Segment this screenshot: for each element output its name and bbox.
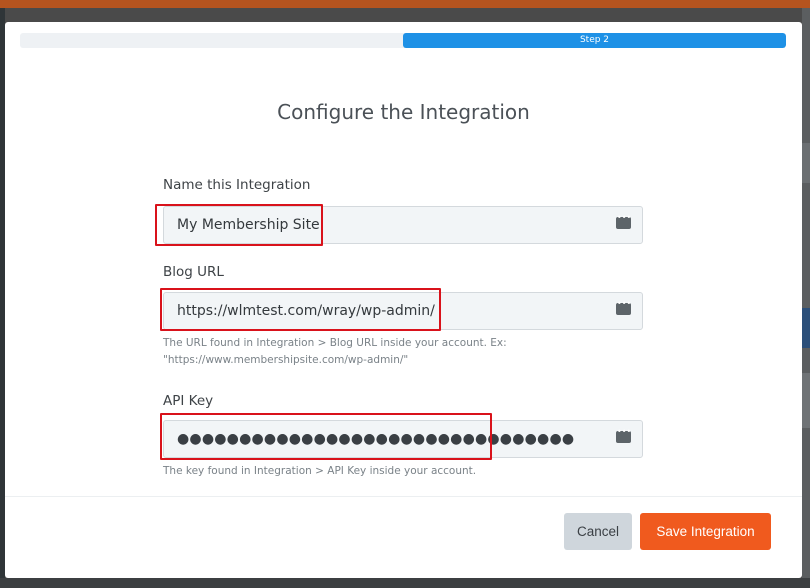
api-key-input[interactable]: ●●●●●●●●●●●●●●●●●●●●●●●●●●●●●●●●	[163, 420, 643, 458]
name-field-label: Name this Integration	[163, 177, 311, 193]
background-app-right-edge	[802, 8, 810, 588]
api-key-masked-value: ●●●●●●●●●●●●●●●●●●●●●●●●●●●●●●●●	[177, 431, 575, 447]
footer-divider	[5, 496, 802, 497]
blog-url-label: Blog URL	[163, 264, 224, 280]
background-app-element	[802, 143, 810, 183]
blog-url-value: https://wlmtest.com/wray/wp-admin/	[177, 303, 435, 319]
blog-url-hint: The URL found in Integration > Blog URL …	[163, 335, 643, 369]
ellipsis-icon[interactable]	[616, 427, 631, 443]
progress-step-label: Step 2	[403, 33, 786, 48]
integration-name-input[interactable]: My Membership Site	[163, 206, 643, 244]
save-integration-button[interactable]: Save Integration	[640, 513, 771, 550]
api-key-label: API Key	[163, 393, 214, 409]
ellipsis-icon[interactable]	[616, 213, 631, 229]
wizard-progress-bar: Step 2	[20, 33, 786, 48]
blog-url-hint-example: "https://www.membershipsite.com/wp-admin…	[163, 354, 409, 366]
integration-modal: Step 2 Configure the Integration Name th…	[5, 22, 802, 578]
background-app-topbar	[0, 0, 810, 8]
integration-name-value: My Membership Site	[177, 217, 320, 233]
background-app-bottom-edge	[0, 578, 810, 588]
blog-url-input[interactable]: https://wlmtest.com/wray/wp-admin/	[163, 292, 643, 330]
background-app-element	[802, 308, 810, 348]
background-app-element	[802, 373, 810, 428]
ellipsis-icon[interactable]	[616, 299, 631, 315]
api-key-hint: The key found in Integration > API Key i…	[163, 465, 477, 477]
blog-url-hint-line: The URL found in Integration > Blog URL …	[163, 337, 507, 349]
modal-title: Configure the Integration	[277, 100, 530, 124]
cancel-button[interactable]: Cancel	[564, 513, 632, 550]
